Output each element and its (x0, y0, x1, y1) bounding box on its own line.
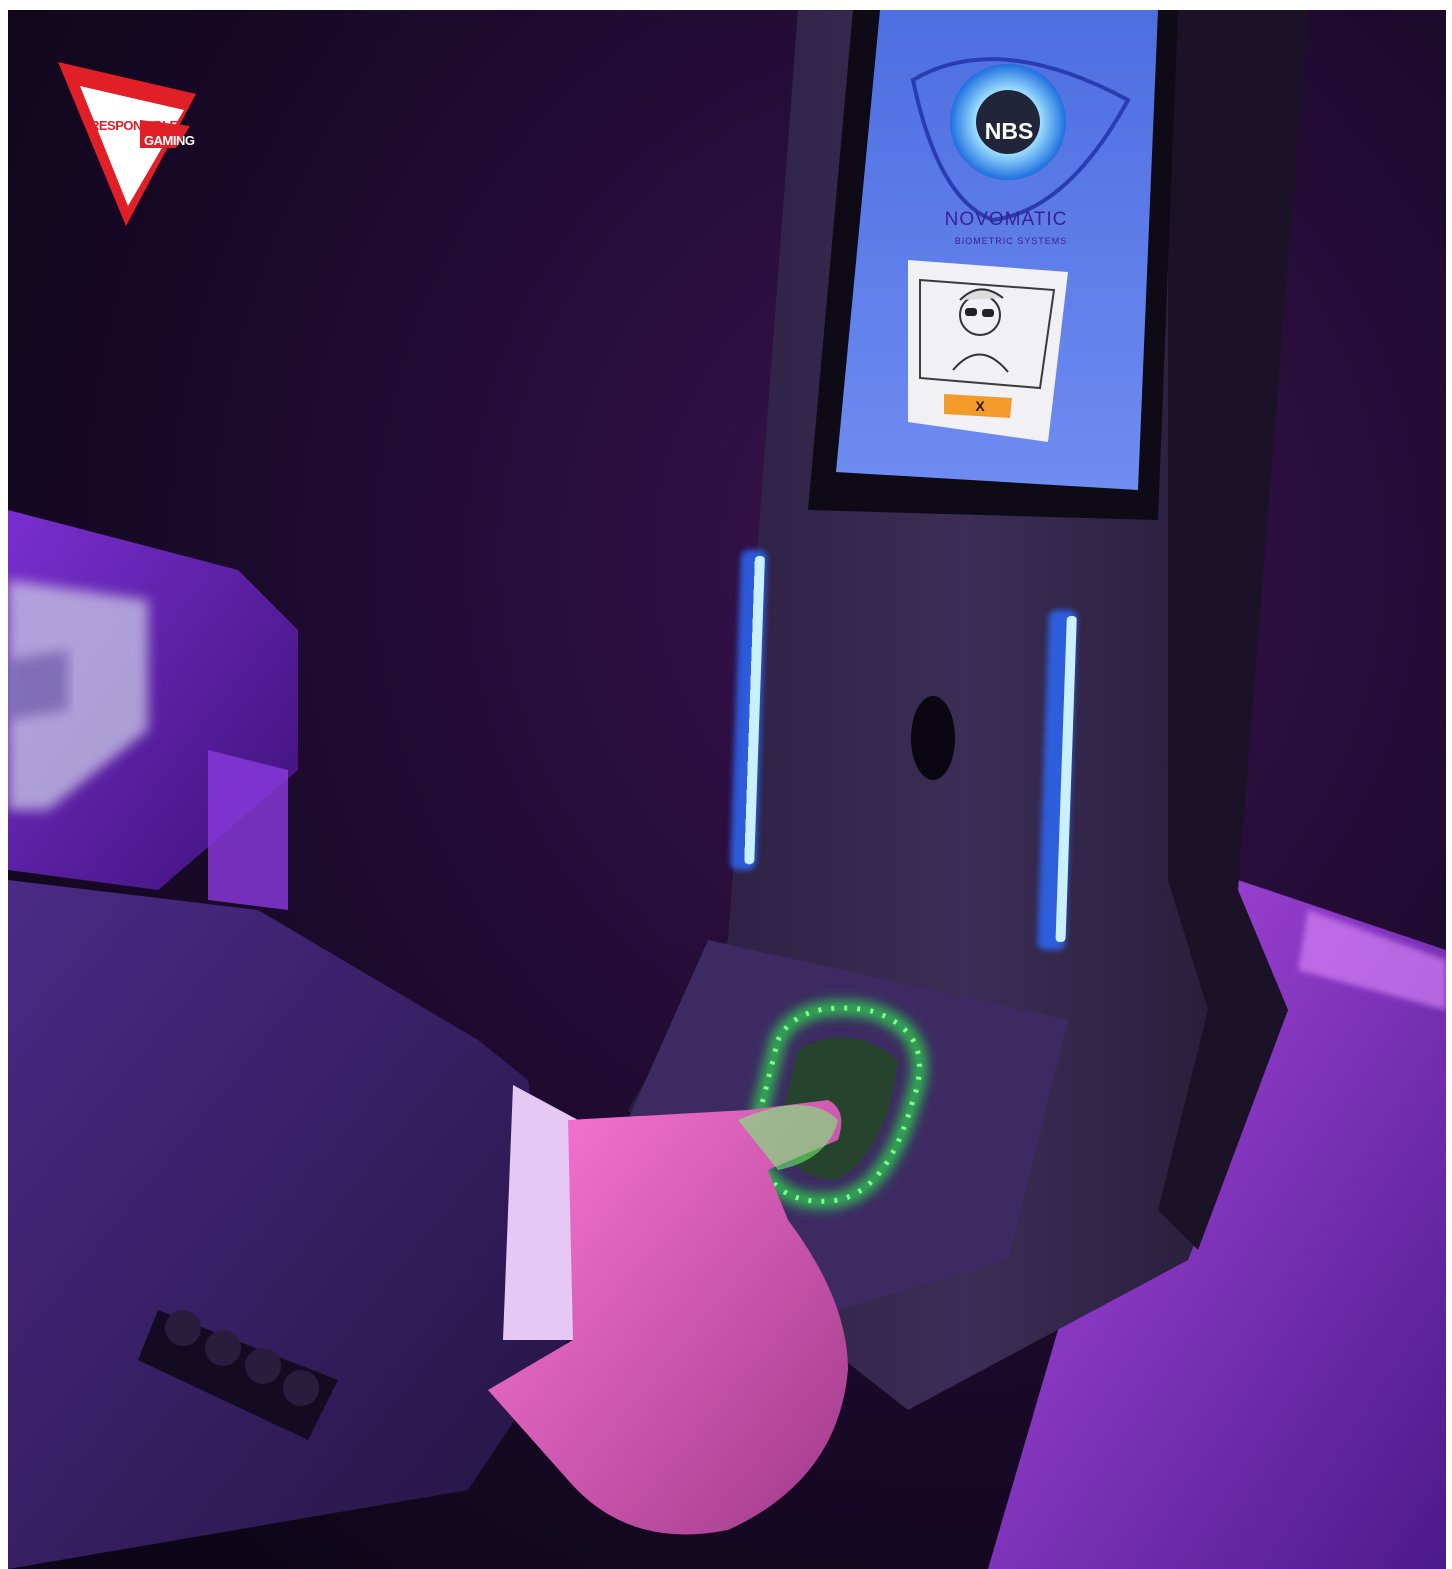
badge-line-2: GAMING (144, 133, 195, 148)
badge-line-1: RESPONSIBLE (90, 118, 178, 133)
screen-brand-text: NOVOMATIC (944, 209, 1068, 230)
screen-brand-subtext: BIOMETRIC SYSTEMS (954, 236, 1068, 246)
scene-illustration (8, 10, 1446, 1569)
photo-scene: RESPONSIBLE GAMING NBS NOVOMATIC BIOMETR… (8, 10, 1446, 1569)
camera-lens (911, 696, 955, 780)
screen-cancel-button[interactable]: X (948, 398, 1012, 414)
responsible-gaming-logo: RESPONSIBLE GAMING (56, 56, 198, 232)
nbs-logo-text: NBS (984, 118, 1034, 144)
